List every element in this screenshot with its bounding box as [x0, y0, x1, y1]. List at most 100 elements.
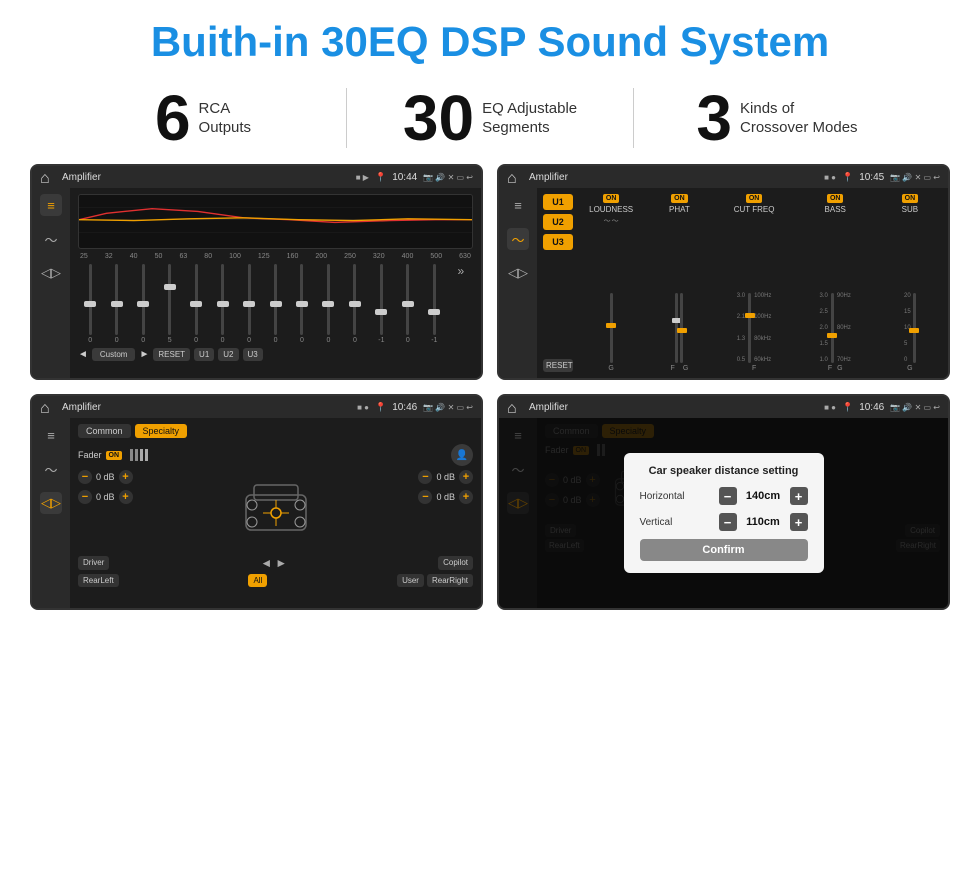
dialog-vertical-row: Vertical − 110cm + [640, 513, 808, 531]
dialog-vertical-plus[interactable]: + [790, 513, 808, 531]
eq-u3-button[interactable]: U3 [243, 348, 263, 361]
fader-right-controls: − 0 dB + − 0 dB + [418, 470, 473, 550]
bass-slider[interactable] [831, 293, 834, 363]
eq-sidebar-speaker-icon[interactable]: ◁▷ [40, 262, 62, 284]
distance-time: 10:46 [859, 402, 884, 413]
db-control-2: − 0 dB + [78, 490, 133, 504]
eq-time: 10:44 [392, 172, 417, 183]
eq-slider-13[interactable]: 0 [396, 264, 420, 344]
eq-slider-6[interactable]: 0 [210, 264, 234, 344]
crossover-sidebar-wave-icon[interactable]: 〜 [507, 228, 529, 250]
dialog-horizontal-minus[interactable]: − [719, 487, 737, 505]
dialog-vertical-label: Vertical [640, 517, 673, 528]
eq-main-content: 253240506380100125160200250320400500630 … [70, 188, 481, 378]
dialog-horizontal-control: − 140cm + [719, 487, 808, 505]
dialog-confirm-button[interactable]: Confirm [640, 539, 808, 561]
cutfreq-toggle[interactable]: ON [746, 194, 763, 203]
eq-u2-button[interactable]: U2 [218, 348, 238, 361]
stat-crossover-label: Kinds ofCrossover Modes [740, 99, 858, 138]
phat-toggle[interactable]: ON [671, 194, 688, 203]
fader-all-button[interactable]: All [248, 574, 267, 587]
eq-u1-button[interactable]: U1 [194, 348, 214, 361]
sub-toggle[interactable]: ON [902, 194, 919, 203]
eq-slider-10[interactable]: 0 [316, 264, 340, 344]
eq-screen: ⌂ Amplifier ■ ▶ 📍 10:44 📷 🔊 ✕ ▭ ↩ ≡ 〜 ◁▷ [30, 164, 483, 380]
sub-slider[interactable] [913, 293, 916, 363]
db-value-2: 0 dB [96, 492, 115, 502]
cutfreq-slider[interactable] [748, 293, 751, 363]
eq-slider-expand[interactable]: » [449, 264, 473, 344]
fader-settings-icon[interactable]: 👤 [451, 444, 473, 466]
eq-slider-7[interactable]: 0 [237, 264, 261, 344]
db-plus-1[interactable]: + [119, 470, 133, 484]
fader-right-arrow[interactable]: ► [275, 556, 287, 570]
fader-bars [130, 449, 148, 461]
fader-left-controls: − 0 dB + − 0 dB + [78, 470, 133, 550]
fader-tab-specialty[interactable]: Specialty [135, 424, 188, 438]
crossover-sidebar-eq-icon[interactable]: ≡ [507, 194, 529, 216]
fader-sidebar-wave-icon[interactable]: 〜 [40, 458, 62, 480]
db-plus-3[interactable]: + [459, 470, 473, 484]
db-plus-4[interactable]: + [459, 490, 473, 504]
car-diagram [141, 470, 411, 550]
fader-tab-common[interactable]: Common [78, 424, 131, 438]
fader-driver-button[interactable]: Driver [78, 556, 109, 570]
fader-sidebar-speaker-icon[interactable]: ◁▷ [40, 492, 62, 514]
distance-status-bar: ⌂ Amplifier ■ ● 📍 10:46 📷 🔊 ✕ ▭ ↩ [499, 396, 948, 418]
eq-slider-11[interactable]: 0 [343, 264, 367, 344]
fader-sidebar-eq-icon[interactable]: ≡ [40, 424, 62, 446]
eq-sidebar-eq-icon[interactable]: ≡ [40, 194, 62, 216]
db-plus-2[interactable]: + [119, 490, 133, 504]
distance-dialog: Car speaker distance setting Horizontal … [624, 453, 824, 573]
fader-rearright-button[interactable]: RearRight [427, 574, 473, 587]
eq-custom-label: Custom [92, 348, 136, 361]
bass-toggle[interactable]: ON [827, 194, 844, 203]
eq-slider-1[interactable]: 0 [78, 264, 102, 344]
page-title: Buith-in 30EQ DSP Sound System [0, 18, 980, 66]
crossover-sidebar-speaker-icon[interactable]: ◁▷ [507, 262, 529, 284]
dialog-horizontal-row: Horizontal − 140cm + [640, 487, 808, 505]
fader-on-toggle[interactable]: ON [106, 451, 123, 460]
crossover-u1-button[interactable]: U1 [543, 194, 573, 210]
bass-label: BASS [825, 205, 846, 214]
eq-slider-3[interactable]: 0 [131, 264, 155, 344]
eq-slider-5[interactable]: 0 [184, 264, 208, 344]
eq-slider-14[interactable]: -1 [422, 264, 446, 344]
fader-arrow-buttons: ◄ ► [260, 556, 287, 570]
crossover-reset-button[interactable]: RESET [543, 359, 573, 372]
phat-slider-g[interactable] [680, 293, 683, 363]
eq-slider-8[interactable]: 0 [263, 264, 287, 344]
crossover-sidebar: ≡ 〜 ◁▷ [499, 188, 537, 378]
eq-next-button[interactable]: ► [139, 349, 149, 360]
loudness-toggle[interactable]: ON [603, 194, 620, 203]
db-minus-4[interactable]: − [418, 490, 432, 504]
db-minus-1[interactable]: − [78, 470, 92, 484]
media-icons-3: ■ ● [357, 403, 369, 412]
dialog-horizontal-plus[interactable]: + [790, 487, 808, 505]
crossover-u3-button[interactable]: U3 [543, 234, 573, 250]
db-minus-2[interactable]: − [78, 490, 92, 504]
fader-rearleft-button[interactable]: RearLeft [78, 574, 119, 587]
crossover-u2-button[interactable]: U2 [543, 214, 573, 230]
media-icons: ■ ▶ [356, 173, 369, 182]
fader-copilot-button[interactable]: Copilot [438, 556, 473, 570]
eq-slider-9[interactable]: 0 [290, 264, 314, 344]
fader-main-area: − 0 dB + − 0 dB + [78, 470, 473, 550]
sub-label: SUB [902, 205, 918, 214]
loudness-section: ON LOUDNESS 〜〜 G [579, 194, 643, 372]
db-minus-3[interactable]: − [418, 470, 432, 484]
loudness-value: G [608, 365, 613, 372]
eq-prev-button[interactable]: ◄ [78, 349, 88, 360]
fader-left-arrow[interactable]: ◄ [260, 556, 272, 570]
crossover-presets: U1 U2 U3 RESET [543, 194, 573, 372]
eq-slider-4[interactable]: 5 [157, 264, 181, 344]
eq-bottom-controls: ◄ Custom ► RESET U1 U2 U3 [78, 348, 473, 361]
eq-slider-12[interactable]: -1 [369, 264, 393, 344]
fader-user-button[interactable]: User [397, 574, 424, 587]
eq-slider-2[interactable]: 0 [104, 264, 128, 344]
dialog-vertical-minus[interactable]: − [719, 513, 737, 531]
loudness-slider[interactable] [610, 293, 613, 363]
eq-status-bar: ⌂ Amplifier ■ ▶ 📍 10:44 📷 🔊 ✕ ▭ ↩ [32, 166, 481, 188]
eq-sidebar-wave-icon[interactable]: 〜 [40, 228, 62, 250]
eq-reset-button[interactable]: RESET [153, 348, 190, 361]
